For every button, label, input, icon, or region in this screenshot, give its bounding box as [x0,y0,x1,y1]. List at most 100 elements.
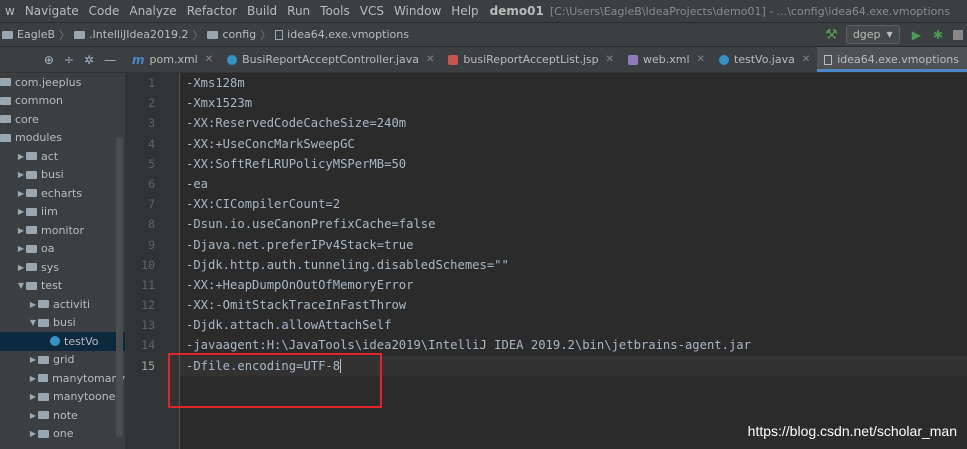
tab-testVo-java[interactable]: testVo.java ✕ [712,47,817,72]
run-configuration-select[interactable]: dgep ▼ [845,25,900,44]
collapsed-arrow-icon[interactable]: ▶ [16,263,26,272]
line-number: 1 [148,76,155,90]
collapsed-arrow-icon[interactable]: ▶ [28,392,38,401]
project-tool-window: ⊕ ÷ ✲ — com.jeeplus common core modules ▶ act… [0,47,125,449]
menu-item-refactor[interactable]: Refactor [182,4,242,18]
breadcrumb-item[interactable]: EagleB 〉 [2,27,74,43]
package-folder-icon [26,281,37,290]
code-text: -XX:CICompilerCount=2 [186,197,341,212]
tree-item-core[interactable]: core [0,110,125,129]
close-icon[interactable]: ✕ [606,54,614,65]
menu-item-build[interactable]: Build [242,4,282,18]
code-line[interactable]: -Dsun.io.useCanonPrefixCache=false [180,214,967,234]
tree-item-oa[interactable]: ▶ oa [0,240,125,259]
breadcrumb-item[interactable]: .IntelliJIdea2019.2 〉 [74,27,207,43]
tree-item-sys[interactable]: ▶ sys [0,258,125,277]
gear-icon[interactable]: ✲ [84,53,94,67]
code-line[interactable]: -XX:-OmitStackTraceInFastThrow [180,295,967,315]
tree-item-one[interactable]: ▶ one [0,425,125,444]
hide-icon[interactable]: — [104,53,116,67]
tree-item-manytoone[interactable]: ▶ manytoone [0,388,125,407]
collapsed-arrow-icon[interactable]: ▶ [16,244,26,253]
code-line[interactable]: -Djava.net.preferIPv4Stack=true [180,235,967,255]
collapsed-arrow-icon[interactable]: ▶ [28,300,38,309]
collapsed-arrow-icon[interactable]: ▶ [16,170,26,179]
breadcrumb-item[interactable]: config 〉 [207,27,275,43]
run-icon[interactable]: ▶ [912,28,921,42]
code-line[interactable]: -XX:+HeapDumpOnOutOfMemoryError [180,275,967,295]
menu-item-help[interactable]: Help [446,4,483,18]
tree-item-act[interactable]: ▶ act [0,147,125,166]
code-line[interactable]: -Xms128m [180,73,967,93]
expanded-arrow-icon[interactable]: ▼ [16,281,26,290]
tab-web-xml[interactable]: web.xml ✕ [621,47,712,72]
tree-item-com-jeeplus[interactable]: com.jeeplus [0,73,125,92]
sidebar-scrollbar[interactable] [116,137,123,437]
menu-item-code[interactable]: Code [84,4,125,18]
tab-BusiReportAcceptController-java[interactable]: BusiReportAcceptController.java ✕ [220,47,441,72]
menu-item-analyze[interactable]: Analyze [124,4,181,18]
tree-item-common[interactable]: common [0,92,125,111]
code-line[interactable]: -Xmx1523m [180,93,967,113]
code-line[interactable]: -Djdk.attach.allowAttachSelf [180,315,967,335]
locate-icon[interactable]: ⊕ [44,53,54,67]
tree-item-manytomany[interactable]: ▶ manytomany [0,369,125,388]
code-line[interactable]: -XX:+UseConcMarkSweepGC [180,134,967,154]
collapsed-arrow-icon[interactable]: ▶ [28,374,38,383]
tab-idea64-exe-vmoptions[interactable]: idea64.exe.vmoptions✕ [817,47,967,72]
tree-item-monitor[interactable]: ▶ monitor [0,221,125,240]
collapsed-arrow-icon[interactable]: ▶ [16,189,26,198]
expanded-arrow-icon[interactable]: ▼ [28,318,38,327]
package-folder-icon [38,318,49,327]
tree-item-label: act [41,149,59,163]
tree-item-testVo[interactable]: testVo [0,332,125,351]
menu-item-w[interactable]: w [0,4,20,18]
tree-item-activiti[interactable]: ▶ activiti [0,295,125,314]
collapsed-arrow-icon[interactable]: ▶ [28,355,38,364]
coverage-icon[interactable] [953,29,963,40]
line-number: 2 [148,96,155,111]
tree-item-echarts[interactable]: ▶ echarts [0,184,125,203]
code-text: -XX:+HeapDumpOnOutOfMemoryError [186,277,414,292]
tab-busiReportAcceptList-jsp[interactable]: busiReportAcceptList.jsp ✕ [441,47,621,72]
collapsed-arrow-icon[interactable]: ▶ [28,429,38,438]
tree-item-grid[interactable]: ▶ grid [0,351,125,370]
package-folder-icon [0,133,11,142]
menu-item-navigate[interactable]: Navigate [20,4,84,18]
code-line[interactable]: -XX:SoftRefLRUPolicyMSPerMB=50 [180,154,967,174]
close-icon[interactable]: ✕ [802,54,810,65]
package-folder-icon [26,226,37,235]
collapsed-arrow-icon[interactable]: ▶ [16,226,26,235]
tab-label: idea64.exe.vmoptions [837,53,960,66]
tree-item-note[interactable]: ▶ note [0,406,125,425]
menu-item-run[interactable]: Run [282,4,315,18]
chevron-right-icon: 〉 [192,28,204,42]
debug-icon[interactable]: ✱ [933,28,943,42]
collapsed-arrow-icon[interactable]: ▶ [16,152,26,161]
breadcrumb-label: idea64.exe.vmoptions [287,28,409,41]
tab-pom-xml[interactable]: m pom.xml ✕ [125,47,220,72]
collapsed-arrow-icon[interactable]: ▶ [28,411,38,420]
close-icon[interactable]: ✕ [426,54,434,65]
code-line[interactable]: -XX:CICompilerCount=2 [180,194,967,214]
close-icon[interactable]: ✕ [205,54,213,65]
build-hammer-icon[interactable]: ⚒ [825,27,838,43]
code-line[interactable]: -ea [180,174,967,194]
tree-item-iim[interactable]: ▶ iim [0,203,125,222]
project-path: [C:\Users\EagleB\IdeaProjects\demo01] - … [549,4,951,18]
close-icon[interactable]: ✕ [697,54,705,65]
watermark: https://blog.csdn.net/scholar_man [747,423,957,439]
folder-icon [207,30,219,39]
tree-item-test[interactable]: ▼ test [0,277,125,296]
collapsed-arrow-icon[interactable]: ▶ [16,207,26,216]
tree-item-busi[interactable]: ▼ busi [0,314,125,333]
collapse-all-icon[interactable]: ÷ [64,53,74,67]
menu-item-window[interactable]: Window [389,4,446,18]
menu-item-tools[interactable]: Tools [315,4,355,18]
code-line[interactable]: -Djdk.http.auth.tunneling.disabledScheme… [180,255,967,275]
breadcrumb-item[interactable]: idea64.exe.vmoptions [275,28,409,41]
menu-item-vcs[interactable]: VCS [355,4,389,18]
code-line[interactable]: -XX:ReservedCodeCacheSize=240m [180,113,967,133]
tree-item-modules[interactable]: modules [0,129,125,148]
tree-item-busi[interactable]: ▶ busi [0,166,125,185]
